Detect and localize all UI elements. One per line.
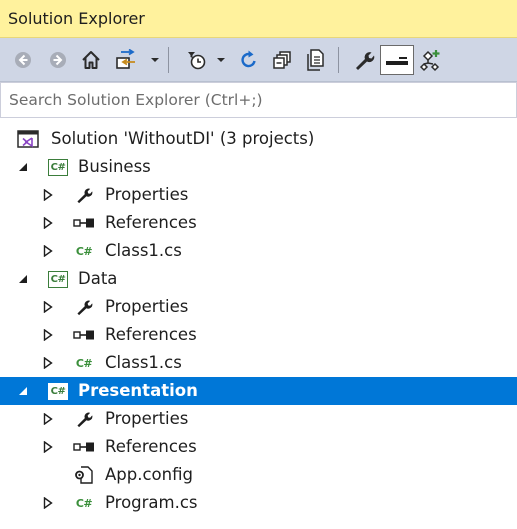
show-all-files-icon[interactable]	[303, 46, 329, 74]
tree-row-project-presentation[interactable]: C# Presentation	[0, 377, 517, 405]
properties-icon[interactable]	[351, 46, 377, 74]
tree-row-references[interactable]: References	[0, 321, 517, 349]
item-label: Class1.cs	[105, 241, 182, 260]
csharp-project-icon: C#	[47, 157, 69, 177]
collapsed-triangle-icon[interactable]	[41, 244, 55, 258]
tree-row-references[interactable]: References	[0, 209, 517, 237]
expanded-triangle-icon[interactable]	[16, 384, 30, 398]
sync-dropdown-chevron-down-icon[interactable]	[149, 46, 161, 74]
collapsed-triangle-icon[interactable]	[41, 300, 55, 314]
tree-row-class1-cs[interactable]: C# Class1.cs	[0, 349, 517, 377]
collapsed-triangle-icon[interactable]	[41, 216, 55, 230]
toolbar-separator	[338, 47, 339, 73]
back-icon[interactable]	[10, 46, 36, 74]
tree-row-properties[interactable]: Properties	[0, 405, 517, 433]
solution-tree: Solution 'WithoutDI' (3 projects) C# Bus…	[0, 118, 517, 529]
home-icon[interactable]	[78, 46, 104, 74]
wrench-icon	[73, 297, 95, 317]
search-box	[0, 82, 517, 118]
collapsed-triangle-icon[interactable]	[41, 356, 55, 370]
class-view-icon[interactable]	[418, 46, 444, 74]
csharp-project-icon: C#	[47, 269, 69, 289]
references-icon	[73, 437, 95, 457]
toolbar	[0, 38, 517, 82]
collapse-all-icon[interactable]	[270, 46, 296, 74]
references-icon	[73, 213, 95, 233]
pending-changes-filter-icon[interactable]	[184, 46, 210, 74]
item-label: Properties	[105, 409, 189, 428]
item-label: References	[105, 437, 197, 456]
expanded-triangle-icon[interactable]	[16, 272, 30, 286]
item-label: References	[105, 325, 197, 344]
wrench-icon	[73, 409, 95, 429]
tree-row-project-data[interactable]: C# Data	[0, 265, 517, 293]
refresh-icon[interactable]	[236, 46, 262, 74]
tree-row-properties[interactable]: Properties	[0, 293, 517, 321]
references-icon	[73, 325, 95, 345]
tree-row-solution[interactable]: Solution 'WithoutDI' (3 projects)	[0, 125, 517, 153]
preview-selected-items-icon[interactable]	[380, 45, 414, 75]
expanded-triangle-icon[interactable]	[16, 160, 30, 174]
title-bar: Solution Explorer	[0, 0, 517, 38]
item-label: App.config	[105, 465, 193, 484]
tree-row-references[interactable]: References	[0, 433, 517, 461]
pending-changes-chevron-down-icon[interactable]	[215, 46, 227, 74]
toolbar-separator	[168, 47, 169, 73]
tree-row-project-business[interactable]: C# Business	[0, 153, 517, 181]
item-label: Class1.cs	[105, 353, 182, 372]
csharp-file-icon: C#	[75, 496, 93, 510]
item-label: Program.cs	[105, 493, 198, 512]
wrench-icon	[73, 185, 95, 205]
collapsed-triangle-icon[interactable]	[41, 440, 55, 454]
item-label: Properties	[105, 185, 189, 204]
project-label: Presentation	[78, 381, 198, 400]
window-title: Solution Explorer	[8, 9, 145, 28]
tree-row-app-config[interactable]: App.config	[0, 461, 517, 489]
visual-studio-solution-icon	[17, 129, 39, 149]
item-label: References	[105, 213, 197, 232]
forward-icon[interactable]	[45, 46, 71, 74]
collapsed-triangle-icon[interactable]	[41, 496, 55, 510]
collapsed-triangle-icon[interactable]	[41, 188, 55, 202]
project-label: Data	[78, 269, 118, 288]
project-label: Business	[78, 157, 151, 176]
tree-row-class1-cs[interactable]: C# Class1.cs	[0, 237, 517, 265]
collapsed-triangle-icon[interactable]	[41, 412, 55, 426]
tree-row-program-cs[interactable]: C# Program.cs	[0, 489, 517, 517]
solution-label: Solution 'WithoutDI' (3 projects)	[51, 129, 315, 148]
search-input[interactable]	[1, 83, 516, 117]
csharp-file-icon: C#	[75, 356, 93, 370]
config-file-icon	[73, 465, 95, 485]
csharp-project-icon: C#	[47, 381, 69, 401]
tree-row-properties[interactable]: Properties	[0, 181, 517, 209]
sync-with-active-document-icon[interactable]	[113, 46, 139, 74]
collapsed-triangle-icon[interactable]	[41, 328, 55, 342]
csharp-file-icon: C#	[75, 244, 93, 258]
item-label: Properties	[105, 297, 189, 316]
